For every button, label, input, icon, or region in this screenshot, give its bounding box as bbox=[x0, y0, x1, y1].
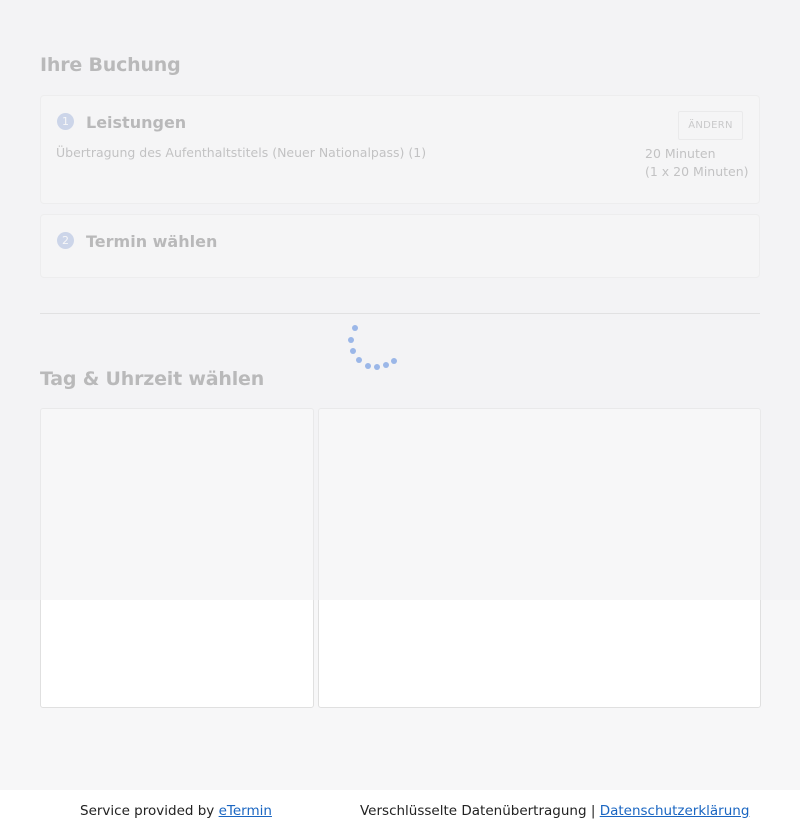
services-title: Leistungen bbox=[86, 113, 187, 132]
duration-detail: (1 x 20 Minuten) bbox=[645, 164, 749, 179]
service-name: Übertragung des Aufenthaltstitels (Neuer… bbox=[56, 145, 427, 160]
loading-spinner-icon bbox=[340, 320, 400, 380]
section-divider bbox=[40, 313, 760, 314]
change-services-button[interactable]: ÄNDERN bbox=[678, 111, 743, 140]
appointment-title: Termin wählen bbox=[86, 232, 218, 251]
service-duration: 20 Minuten (1 x 20 Minuten) bbox=[645, 145, 749, 181]
appointment-card: 2 Termin wählen bbox=[40, 214, 760, 278]
spinner-dot bbox=[356, 357, 362, 363]
spinner-dot bbox=[391, 358, 397, 364]
etermin-link[interactable]: eTermin bbox=[219, 803, 272, 819]
encryption-info: Verschlüsselte Datenübertragung | Datens… bbox=[360, 803, 749, 819]
step-number-2: 2 bbox=[57, 232, 74, 249]
services-card: 1 Leistungen ÄNDERN Übertragung des Aufe… bbox=[40, 95, 760, 204]
spinner-dot bbox=[348, 337, 354, 343]
booking-heading: Ihre Buchung bbox=[40, 54, 181, 76]
spinner-dot bbox=[350, 348, 356, 354]
duration-total: 20 Minuten bbox=[645, 146, 716, 161]
provided-by-text: Service provided by bbox=[80, 803, 219, 819]
encryption-text: Verschlüsselte Datenübertragung | bbox=[360, 803, 600, 819]
slot-heading: Tag & Uhrzeit wählen bbox=[40, 368, 265, 390]
spinner-dot bbox=[365, 363, 371, 369]
calendar-panel[interactable] bbox=[40, 408, 314, 708]
time-slots-panel[interactable] bbox=[318, 408, 761, 708]
privacy-link[interactable]: Datenschutzerklärung bbox=[600, 803, 750, 819]
spinner-dot bbox=[383, 362, 389, 368]
step-number-1: 1 bbox=[57, 113, 74, 130]
provided-by: Service provided by eTermin bbox=[80, 803, 272, 819]
footer: Service provided by eTermin Verschlüssel… bbox=[0, 790, 800, 832]
spinner-dot bbox=[374, 364, 380, 370]
spinner-dot bbox=[352, 325, 358, 331]
